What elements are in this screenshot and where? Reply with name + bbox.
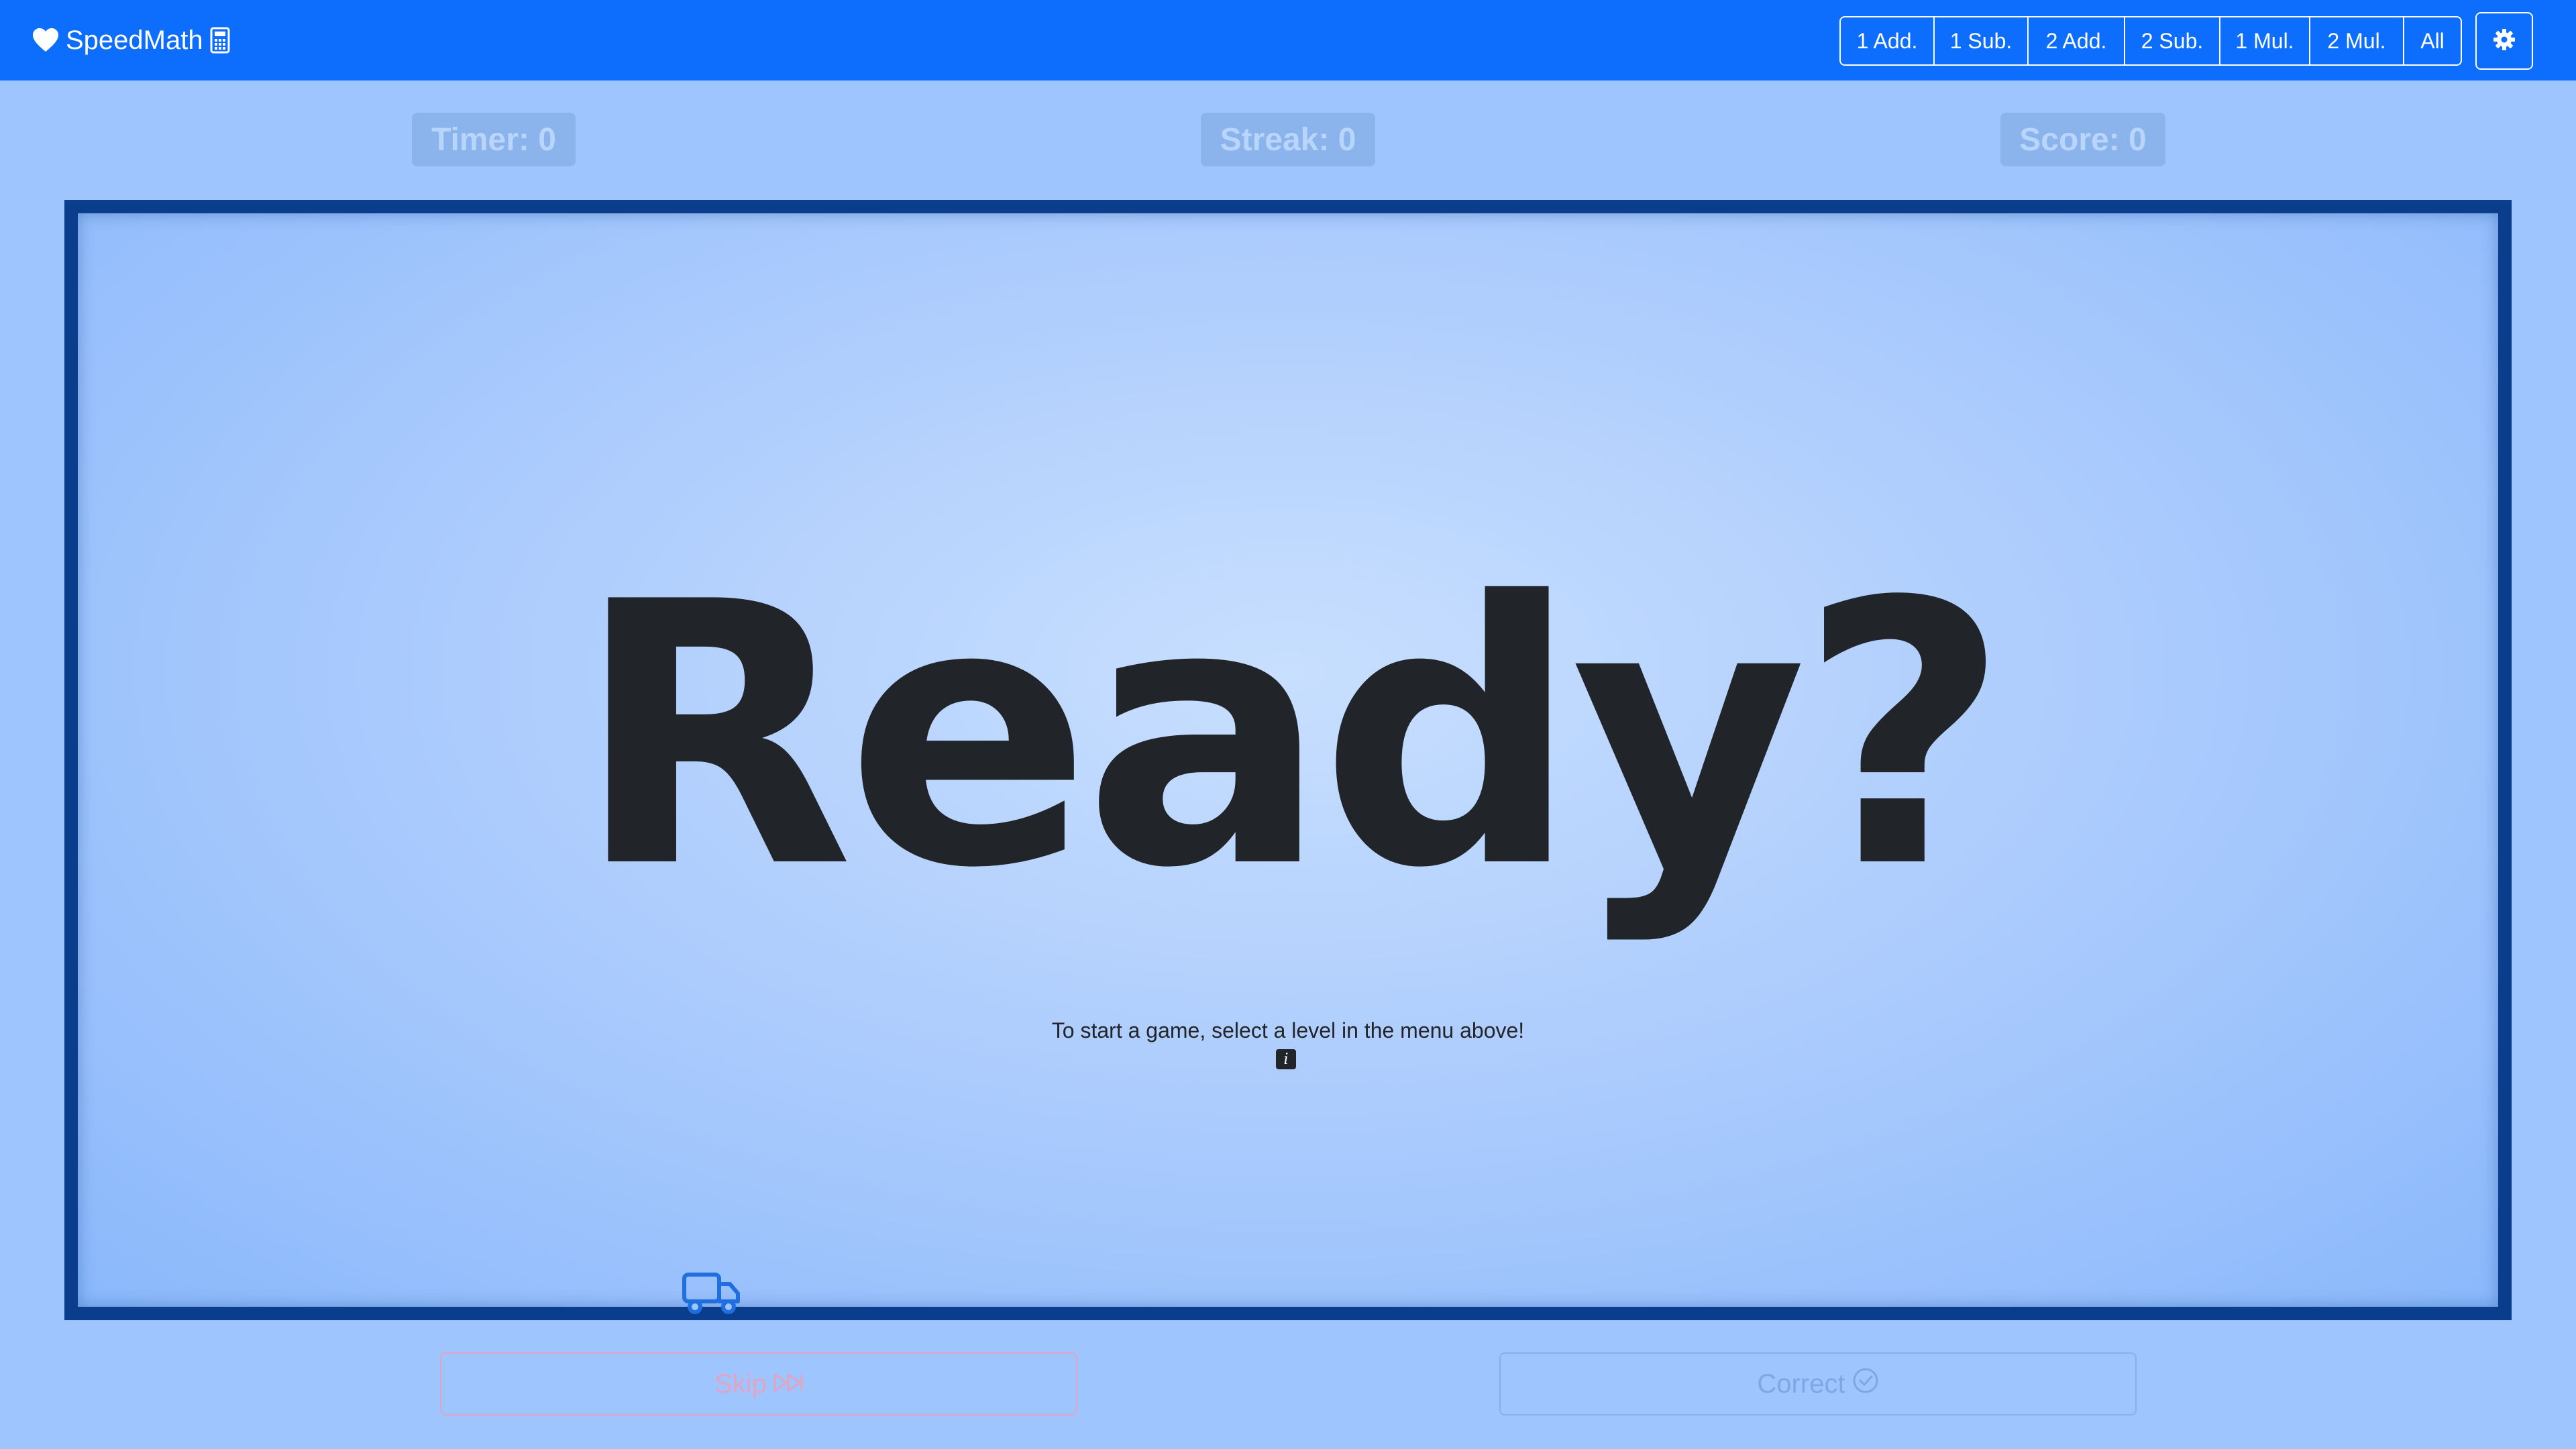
correct-label: Correct [1757, 1368, 1845, 1399]
settings-button[interactable] [2475, 12, 2533, 70]
level-button-1-mul[interactable]: 1 Mul. [2220, 17, 2310, 64]
level-button-all[interactable]: All [2404, 17, 2461, 64]
brand-label: SpeedMath [66, 25, 203, 55]
top-navbar: SpeedMath 1 Add. 1 Sub. 2 Add. 2 Sub. 1 … [0, 0, 2576, 80]
check-circle-icon [1852, 1367, 1879, 1401]
correct-button[interactable]: Correct [1499, 1352, 2137, 1415]
level-button-2-mul[interactable]: 2 Mul. [2310, 17, 2404, 64]
level-button-1-add[interactable]: 1 Add. [1841, 17, 1935, 64]
level-selector: 1 Add. 1 Sub. 2 Add. 2 Sub. 1 Mul. 2 Mul… [1839, 16, 2462, 66]
brand-link[interactable]: SpeedMath [32, 25, 230, 56]
skip-button[interactable]: Skip [440, 1352, 1077, 1415]
streak-display: Streak: 0 [1201, 113, 1375, 166]
level-button-1-sub[interactable]: 1 Sub. [1935, 17, 2029, 64]
gear-icon [2493, 28, 2516, 54]
truck-icon [682, 1271, 742, 1318]
ready-headline: Ready? [574, 526, 2009, 947]
score-label: Score: 0 [2019, 121, 2147, 158]
calculator-icon [210, 27, 230, 54]
level-button-2-add[interactable]: 2 Add. [2029, 17, 2125, 64]
skip-label: Skip [714, 1368, 767, 1399]
level-button-2-sub[interactable]: 2 Sub. [2125, 17, 2220, 64]
heart-icon [32, 28, 59, 52]
start-hint: To start a game, select a level in the m… [1051, 1018, 1525, 1042]
timer-label: Timer: 0 [431, 121, 556, 158]
timer-display: Timer: 0 [412, 113, 576, 166]
streak-label: Streak: 0 [1220, 121, 1356, 158]
info-icon[interactable]: i [1276, 1049, 1296, 1069]
game-panel: Ready? To start a game, select a level i… [64, 200, 2512, 1320]
score-display: Score: 0 [2000, 113, 2165, 166]
fast-forward-icon [773, 1369, 803, 1399]
